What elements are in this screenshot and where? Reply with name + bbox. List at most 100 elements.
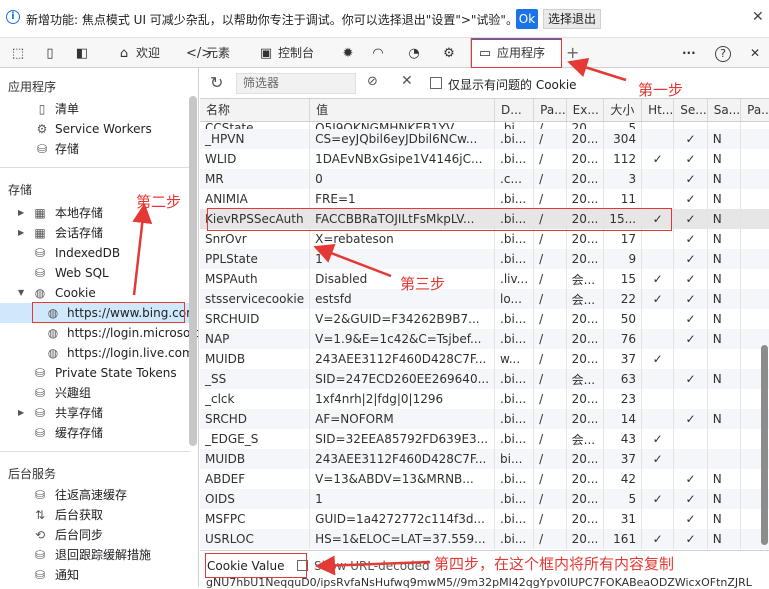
expand-arrow-icon[interactable]: ▶ <box>18 403 24 423</box>
only-issues-checkbox[interactable] <box>430 77 442 89</box>
column-header[interactable]: 大小 <box>603 99 643 122</box>
column-header[interactable]: Se... <box>673 99 708 122</box>
table-cell: 会... <box>566 269 605 289</box>
table-row[interactable]: MUIDB 243AEE3112F460D428C7F... w.../20... 3… <box>200 349 769 369</box>
collapse-arrow-icon[interactable]: ▼ <box>18 283 24 303</box>
table-cell: .bi... <box>494 121 535 129</box>
table-scrollbar[interactable] <box>761 345 768 545</box>
sidebar-item-bounce-tracking[interactable]: ⛁ 退回跟踪缓解措施 <box>0 545 189 565</box>
table-cell <box>707 121 742 129</box>
table-row[interactable]: OIDS1.bi.../20...5✓✓NM <box>200 489 769 509</box>
column-header[interactable]: D... <box>494 99 535 122</box>
table-cell: / <box>533 449 567 469</box>
sidebar-scrollbar[interactable] <box>189 96 197 446</box>
table-cell: 20... <box>566 249 605 269</box>
table-cell <box>673 429 708 449</box>
expand-arrow-icon[interactable]: ▶ <box>18 203 24 223</box>
table-cell: / <box>533 129 567 149</box>
table-cell: N <box>707 189 742 209</box>
table-cell: .bi... <box>494 409 535 429</box>
sidebar-item-label: Web SQL <box>55 266 109 280</box>
table-cell <box>641 509 675 529</box>
close-devtools-icon[interactable]: ✕ <box>750 38 760 68</box>
device-emulation-icon[interactable]: ▯ <box>42 38 62 68</box>
sidebar-item-manifest[interactable]: ▯ 清单 <box>0 99 189 119</box>
performance-icon[interactable]: ◔ <box>406 38 426 68</box>
table-row[interactable]: SRCHUID V=2&GUID=F34262B9B7... .bi.../20..… <box>200 309 769 329</box>
sidebar-item-private-state-tokens[interactable]: ⛁ Private State Tokens <box>0 363 189 383</box>
database-icon: ⛁ <box>34 246 46 260</box>
filter-input[interactable]: 筛选器 <box>236 73 356 94</box>
table-cell: / <box>533 289 567 309</box>
clear-all-icon[interactable]: ✕ <box>401 73 413 89</box>
sidebar-item-notifications[interactable]: ⛁ 通知 <box>0 565 189 585</box>
tab-elements[interactable]: </>元素 <box>186 38 230 68</box>
add-tab-button[interactable]: + <box>566 38 579 68</box>
sidebar-item-web-sql[interactable]: ⛁ Web SQL <box>0 263 189 283</box>
sidebar-item-session-storage[interactable]: ▶ ▦ 会话存储 <box>0 223 189 243</box>
table-cell: / <box>533 429 567 449</box>
table-row[interactable]: NAP V=1.9&E=1c42&C=Tsjbef... .bi.../20... 7… <box>200 329 769 349</box>
sidebar-item-service-workers[interactable]: ⚙ Service Workers <box>0 119 189 139</box>
table-row[interactable]: MSPAuthDisabled.liv.../会...15✓✓NM <box>200 269 769 289</box>
table-row[interactable]: stsservicecookieestsfdlo.../会...22✓✓NM <box>200 289 769 309</box>
table-row[interactable]: _SS SID=247ECD260EE269640... .bi... / 会... 63… <box>200 369 769 389</box>
dock-icon[interactable]: ◧ <box>74 38 94 68</box>
table-row[interactable]: ANIMIAFRE=1.bi.../20...11✓NM <box>200 189 769 209</box>
sidebar-item-background-fetch[interactable]: ⇅ 后台获取 <box>0 505 189 525</box>
refresh-icon[interactable]: ↻ <box>210 73 223 92</box>
network-icon[interactable]: ◠ <box>370 38 390 68</box>
table-row[interactable]: _HPVN CS=eyJQbil6eyJDbil6NCw... .bi.../20.… <box>200 129 769 149</box>
column-header[interactable]: Pa... <box>533 99 567 122</box>
notice-ok-button[interactable]: Ok <box>516 9 538 29</box>
sidebar-item-interest-groups[interactable]: ⛁ 兴趣组 <box>0 383 189 403</box>
sidebar-item-shared-storage[interactable]: ▶ ⛁ 共享存储 <box>0 403 189 423</box>
column-header[interactable]: 值 <box>309 99 496 122</box>
table-row[interactable]: SRCHDAF=NOFORM.bi.../20...14✓NM <box>200 409 769 429</box>
table-row[interactable]: WLID 1DAEvNBxGsipe1V4146jC... .bi.../20...… <box>200 149 769 169</box>
column-header[interactable]: Sa... <box>707 99 742 122</box>
database-icon: ⛁ <box>34 406 46 420</box>
sidebar-item-storage[interactable]: ⛁ 存储 <box>0 139 189 159</box>
help-icon[interactable]: ? <box>715 38 731 68</box>
notice-opt-out-button[interactable]: 选择退出 <box>543 9 602 29</box>
column-header[interactable]: Ex... <box>566 99 605 122</box>
tab-console[interactable]: ▣ 控制台 <box>258 38 314 68</box>
url-decoded-label: Show URL-decoded <box>314 559 430 573</box>
table-cell: N <box>707 509 742 529</box>
sidebar-item-cookie[interactable]: ▼ ◍ Cookie <box>0 283 189 303</box>
sidebar-item-background-sync[interactable]: ⟲ 后台同步 <box>0 525 189 545</box>
sidebar-section-storage: 存储 <box>8 183 33 197</box>
expand-arrow-icon[interactable]: ▶ <box>18 223 24 243</box>
table-cell: N <box>707 209 742 229</box>
table-row[interactable]: CCState Q5J9QKNGMHNKEB1YV... .bi.../20... 5… <box>200 121 769 129</box>
table-cell <box>740 149 769 169</box>
table-row[interactable]: USRLOC HS=1&ELOC=LAT=37.559... .bi.../20..… <box>200 529 769 549</box>
memory-icon[interactable]: ⚙ <box>441 38 461 68</box>
database-icon: ⛁ <box>34 568 46 582</box>
table-cell: 1xf4nrh|2|fdg|0|1296 <box>309 389 496 409</box>
tab-welcome[interactable]: ⌂ 欢迎 <box>116 38 160 68</box>
table-row[interactable]: _clck1xf4nrh|2|fdg|0|1296.bi.../20...23M <box>200 389 769 409</box>
clear-filtered-icon[interactable]: ⊘ <box>367 74 378 89</box>
column-header[interactable]: Pa... <box>740 99 769 122</box>
sidebar-item-cookie-login-microsoft[interactable]: ◍ https://login.microsoft <box>0 323 198 343</box>
table-row[interactable]: MUIDB 243AEE3112F460D428C7F... bi.../20...… <box>200 449 769 469</box>
sidebar-item-indexeddb[interactable]: ⛁ IndexedDB <box>0 243 189 263</box>
inspect-icon[interactable]: ⬚ <box>10 38 30 68</box>
table-row[interactable]: SnrOvrX=rebateson.bi.../20...17✓NM <box>200 229 769 249</box>
table-row[interactable]: MSFPC GUID=1a4272772c114f3d... .bi.../20..… <box>200 509 769 529</box>
column-header[interactable]: 名称 <box>200 99 311 122</box>
notice-close-icon[interactable]: ✕ <box>752 9 764 25</box>
table-row[interactable]: PPLState1.bi.../20...9✓NM <box>200 249 769 269</box>
more-icon[interactable]: ··· <box>682 38 696 68</box>
sources-icon[interactable]: ✹ <box>340 38 360 68</box>
sidebar-item-bfcache[interactable]: ⛁ 往返高速缓存 <box>0 485 189 505</box>
sidebar-item-cookie-login-live[interactable]: ◍ https://login.live.com <box>0 343 194 363</box>
column-header[interactable]: Ht... <box>641 99 675 122</box>
sidebar-item-cache-storage[interactable]: ⛁ 缓存存储 <box>0 423 189 443</box>
table-row[interactable]: ABDEF V=13&ABDV=13&MRNB... .bi.../20... 42 ✓… <box>200 469 769 489</box>
table-row[interactable]: MR0.c.../20...3✓NM <box>200 169 769 189</box>
table-cell: 17 <box>603 229 643 249</box>
table-row[interactable]: _EDGE_S SID=32EEA85792FD639E3... .bi... / 会.… <box>200 429 769 449</box>
